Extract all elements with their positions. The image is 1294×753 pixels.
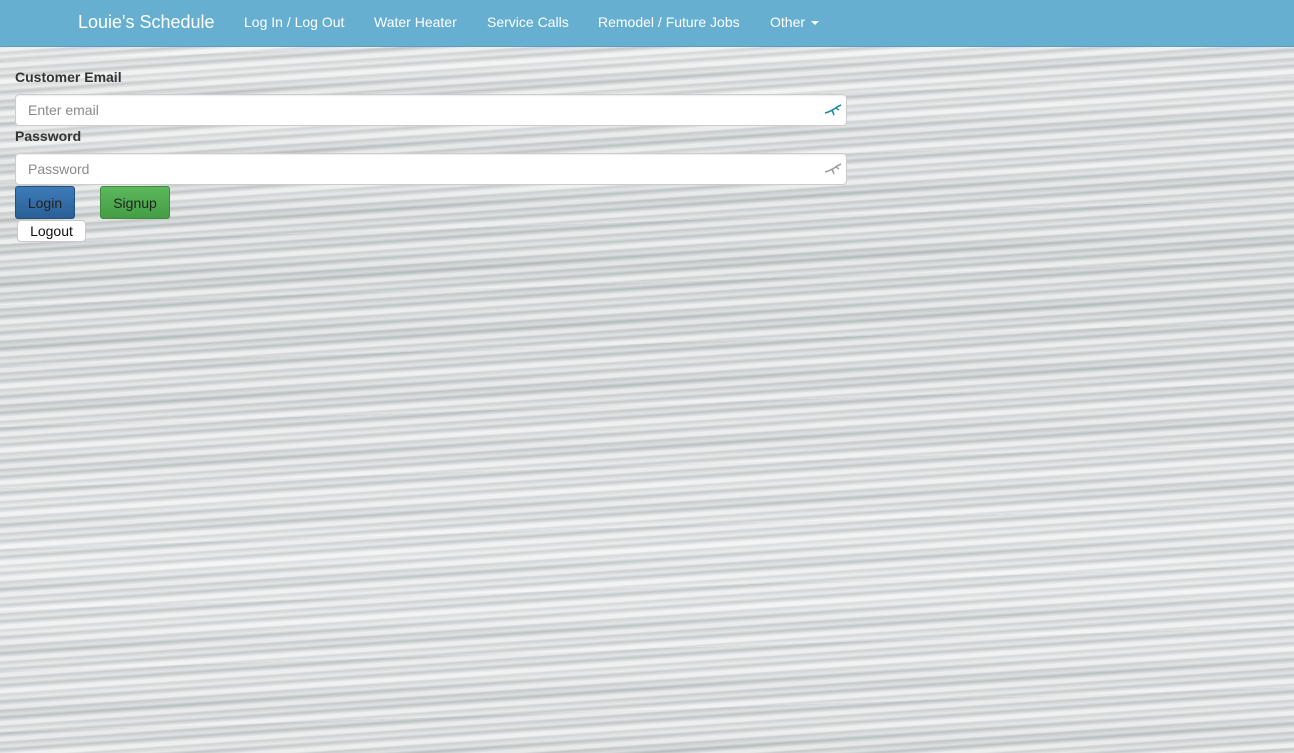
- logout-button[interactable]: Logout: [17, 220, 86, 242]
- nav-service-calls[interactable]: Service Calls: [487, 14, 569, 30]
- login-button[interactable]: Login: [15, 186, 75, 219]
- email-label: Customer Email: [15, 69, 122, 85]
- nav-other-dropdown[interactable]: Other: [770, 14, 820, 30]
- nav-other-label: Other: [770, 14, 806, 30]
- top-navbar: Louie's Schedule Log In / Log Out Water …: [0, 0, 1294, 47]
- password-manager-icon[interactable]: [824, 161, 842, 177]
- signup-button[interactable]: Signup: [100, 186, 170, 219]
- nav-remodel-future-jobs[interactable]: Remodel / Future Jobs: [598, 14, 740, 30]
- email-field-wrapper: [15, 94, 847, 126]
- password-field-wrapper: [15, 153, 847, 185]
- caret-down-icon: [811, 21, 820, 26]
- nav-water-heater[interactable]: Water Heater: [374, 14, 457, 30]
- email-input[interactable]: [16, 95, 830, 125]
- password-label: Password: [15, 128, 82, 144]
- brand-link[interactable]: Louie's Schedule: [78, 12, 215, 33]
- password-manager-icon[interactable]: [824, 102, 842, 118]
- password-input[interactable]: [16, 154, 830, 184]
- nav-login-logout[interactable]: Log In / Log Out: [244, 14, 344, 30]
